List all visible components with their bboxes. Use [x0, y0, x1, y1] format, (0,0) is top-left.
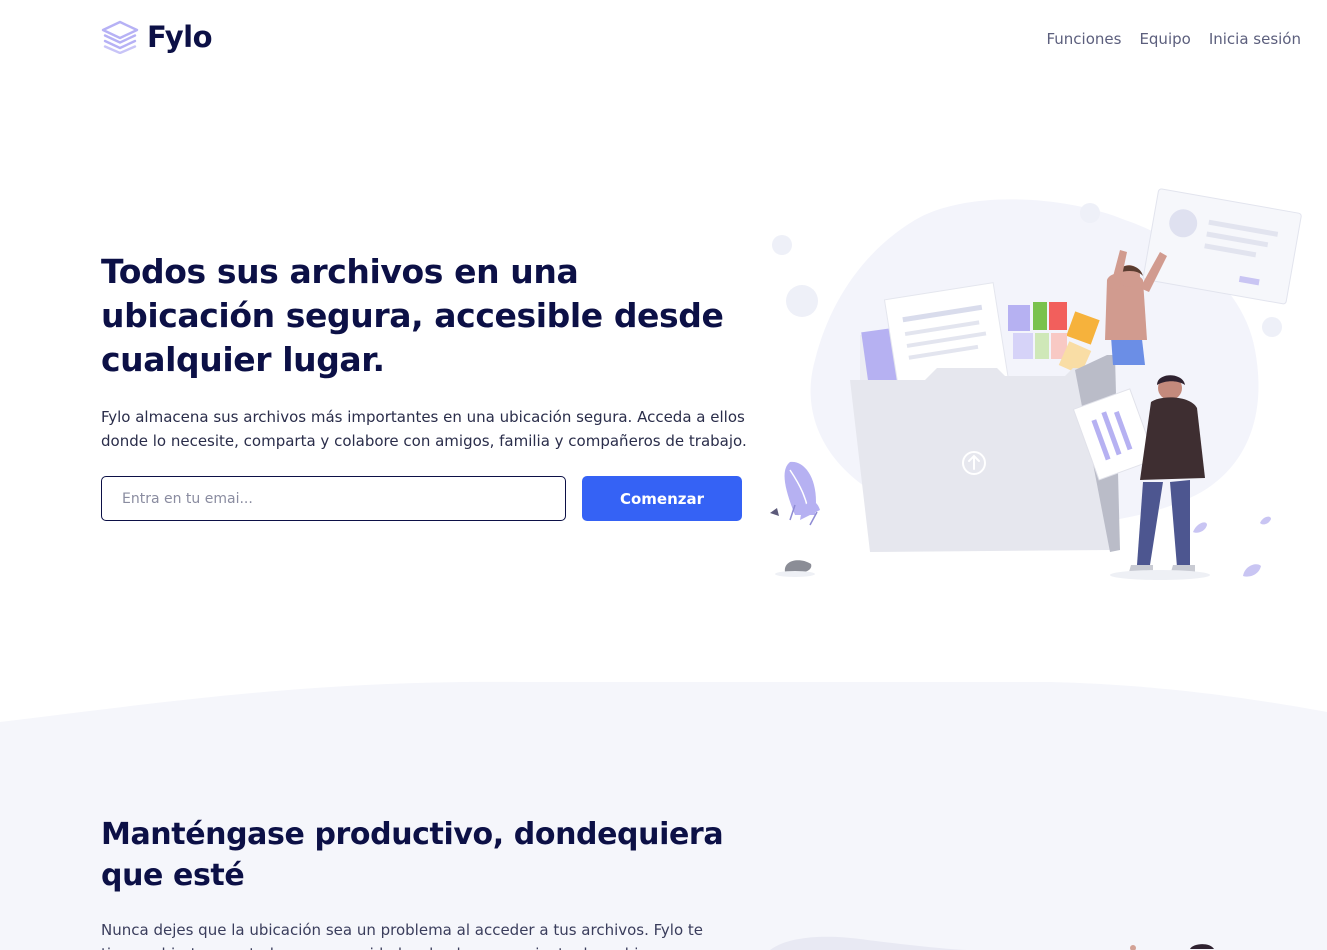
main-nav: Funciones Equipo Inicia sesión: [1046, 30, 1301, 48]
section-background: [0, 681, 1327, 950]
hero-illustration: [770, 188, 1302, 580]
site-header: Fylo Funciones Equipo Inicia sesión: [0, 0, 1327, 80]
email-input[interactable]: [101, 476, 566, 521]
hero-title: Todos sus archivos en una ubicación segu…: [101, 252, 724, 379]
productive-illustration: [770, 936, 1214, 950]
stacked-layers-icon: [101, 20, 139, 54]
brand-logo[interactable]: Fylo: [101, 20, 213, 54]
get-started-button[interactable]: Comenzar: [582, 476, 742, 521]
productive-section-title: Manténgase productivo, dondequiera que e…: [101, 817, 724, 893]
nav-link-login[interactable]: Inicia sesión: [1209, 30, 1301, 48]
nav-link-equipo[interactable]: Equipo: [1139, 30, 1190, 48]
hero-description: Fylo almacena sus archivos más important…: [101, 408, 747, 450]
nav-link-funciones[interactable]: Funciones: [1046, 30, 1121, 48]
productive-section-description: Nunca dejes que la ubicación sea un prob…: [101, 921, 703, 950]
brand-name: Fylo: [147, 20, 213, 54]
